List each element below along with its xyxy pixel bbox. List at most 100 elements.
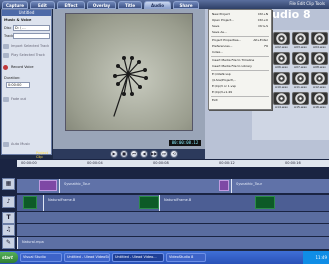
tab-audio[interactable]: Audio: [144, 1, 171, 9]
overlay-clip[interactable]: NaturalFrame.B: [43, 195, 139, 211]
music-track[interactable]: Natural.mpa: [17, 237, 329, 249]
overlay-track[interactable]: NaturalFrame.B NaturalFrame.B: [17, 195, 329, 211]
clip-label[interactable]: Clip: [36, 155, 43, 159]
menu-recent-file[interactable]: E:\intel9.vsp: [209, 72, 271, 76]
menu-recent-file[interactable]: E:\Cp\3+1.49: [209, 90, 271, 94]
music-icon: [3, 142, 9, 147]
library-thumb[interactable]: A11.wav: [292, 72, 309, 90]
overlay-clip[interactable]: [255, 196, 275, 209]
track-select[interactable]: [13, 33, 50, 39]
overlay-clip[interactable]: NaturalFrame.B: [159, 195, 255, 211]
play-button[interactable]: ▶: [110, 150, 118, 158]
tab-title[interactable]: Title: [118, 1, 142, 9]
start-button[interactable]: start: [0, 252, 18, 263]
voice-track-icon[interactable]: ♫: [2, 224, 15, 236]
overlay-clip[interactable]: [139, 196, 159, 209]
menu-recent-file[interactable]: \\Lhos\Project\...: [209, 78, 271, 82]
taskbar-item[interactable]: Visual Studio: [20, 253, 62, 262]
stop-icon: ■: [122, 151, 126, 156]
next-icon: ▶▶: [151, 151, 158, 156]
fade-button[interactable]: Fade out: [2, 96, 51, 103]
play-track-button[interactable]: Play Selected Track: [2, 52, 51, 59]
ruler-mark: 00:00:08: [153, 161, 169, 165]
audio-disc-icon: [273, 32, 290, 45]
duration-field[interactable]: 0:00:00: [6, 82, 30, 88]
menu-save[interactable]: Save Ctrl+S: [209, 24, 271, 28]
tab-share[interactable]: Share: [173, 1, 199, 9]
audio-disc-icon: [292, 72, 309, 85]
video-track-icon[interactable]: ▦: [2, 178, 15, 190]
previous-icon: ◀: [142, 151, 146, 156]
import-track-button[interactable]: Import Selected Track: [2, 43, 51, 50]
library-thumb[interactable]: A02.wav: [273, 32, 290, 50]
disc-select[interactable]: D: \ ...: [13, 25, 50, 31]
taskbar-item[interactable]: VideoStudio 8: [166, 253, 206, 262]
menu-index[interactable]: Index...: [209, 50, 271, 54]
library-thumb[interactable]: A04.wav: [311, 32, 328, 50]
library-thumb[interactable]: A08.wav: [311, 52, 328, 70]
video-clip[interactable]: [219, 180, 229, 191]
menu-preferences[interactable]: Preferences... F6: [209, 44, 271, 48]
tab-effect[interactable]: Effect: [57, 1, 85, 9]
audio-disc-icon: [311, 52, 328, 65]
menu-new-project[interactable]: New Project Ctrl+N: [209, 12, 271, 16]
library-thumb[interactable]: A15.wav: [292, 92, 309, 110]
auto-music-button[interactable]: Auto Music: [2, 141, 51, 148]
home-button[interactable]: ⏮: [130, 150, 138, 158]
menu-open-project[interactable]: Open Project... Ctrl+O: [209, 18, 271, 22]
library-thumb[interactable]: A14.wav: [273, 92, 290, 110]
tab-overlay[interactable]: Overlay: [87, 1, 116, 9]
library-thumb[interactable]: A12.wav: [311, 72, 328, 90]
music-clip[interactable]: Natural.mpa: [17, 237, 329, 249]
library-thumb[interactable]: A16.wav: [311, 92, 328, 110]
video-clip[interactable]: Sysnathic_Tour: [231, 179, 329, 193]
video-track[interactable]: Sysnathic_Tour Sysnathic_Tour: [17, 179, 329, 193]
menu-bar-title[interactable]: File Edit Clip Tools: [289, 1, 325, 6]
library-thumb[interactable]: A07.wav: [292, 52, 309, 70]
taskbar-item[interactable]: Untitled - Ulead Video...: [112, 253, 164, 262]
menu-insert-library[interactable]: Insert Media File to Library: [209, 64, 271, 68]
title-track[interactable]: [17, 212, 329, 223]
timecode-display[interactable]: 00:00:08.12: [169, 140, 201, 146]
next-frame-button[interactable]: ▶▶: [150, 150, 158, 158]
music-track-icon[interactable]: ✎: [2, 237, 15, 249]
menu-save-as[interactable]: Save As...: [209, 30, 271, 34]
tab-capture[interactable]: Capture: [2, 1, 28, 9]
library-thumb[interactable]: A10.wav: [273, 72, 290, 90]
repeat-button[interactable]: ⟲: [170, 150, 178, 158]
clock: 11:49: [315, 255, 327, 260]
play-icon: [3, 53, 9, 58]
video-clip[interactable]: [39, 180, 57, 191]
ruler-mark: 00:00:04: [87, 161, 103, 165]
record-voice-label: Record Voice: [11, 65, 34, 69]
stop-button[interactable]: ■: [120, 150, 128, 158]
duration-label: Duration:: [4, 76, 21, 80]
overlay-clip[interactable]: [23, 196, 37, 209]
home-icon: ⏮: [132, 151, 136, 156]
track-label: Track: [4, 34, 14, 38]
end-button[interactable]: ⏭: [160, 150, 168, 158]
dandelion-seed-image: [113, 56, 148, 117]
taskbar-item[interactable]: Untitled - Ulead VideoStudio: [64, 253, 110, 262]
timeline-ruler[interactable]: 00:00:00 00:00:04 00:00:08 00:00:12 00:0…: [17, 160, 329, 167]
file-menu: New Project Ctrl+N Open Project... Ctrl+O …: [208, 9, 272, 110]
library-thumb[interactable]: A03.wav: [292, 32, 309, 50]
menu-exit[interactable]: Exit: [209, 98, 271, 102]
video-frame: [65, 13, 193, 131]
record-voice-button[interactable]: Record Voice: [2, 64, 51, 71]
project-clip-switch[interactable]: Project Clip: [36, 151, 48, 159]
panel-title: Untitled: [2, 10, 51, 16]
overlay-track-icon[interactable]: ♪: [2, 196, 15, 208]
menu-project-properties[interactable]: Project Properties... Alt+Enter: [209, 38, 271, 42]
library-thumb[interactable]: A06.wav: [273, 52, 290, 70]
menu-recent-file[interactable]: E:\Cp\3 or 1.vsp: [209, 84, 271, 88]
tab-edit[interactable]: Edit: [30, 1, 55, 9]
video-clip[interactable]: Sysnathic_Tour: [59, 179, 219, 193]
voice-track[interactable]: [17, 224, 329, 236]
previous-frame-button[interactable]: ◀: [140, 150, 148, 158]
title-track-icon[interactable]: T: [2, 212, 15, 224]
fade-label: Fade out: [11, 97, 27, 101]
preview-window: 00:00:08.12: [53, 9, 205, 149]
menu-insert-timeline[interactable]: Insert Media File to Timeline: [209, 58, 271, 62]
import-track-label: Import Selected Track: [11, 44, 50, 48]
